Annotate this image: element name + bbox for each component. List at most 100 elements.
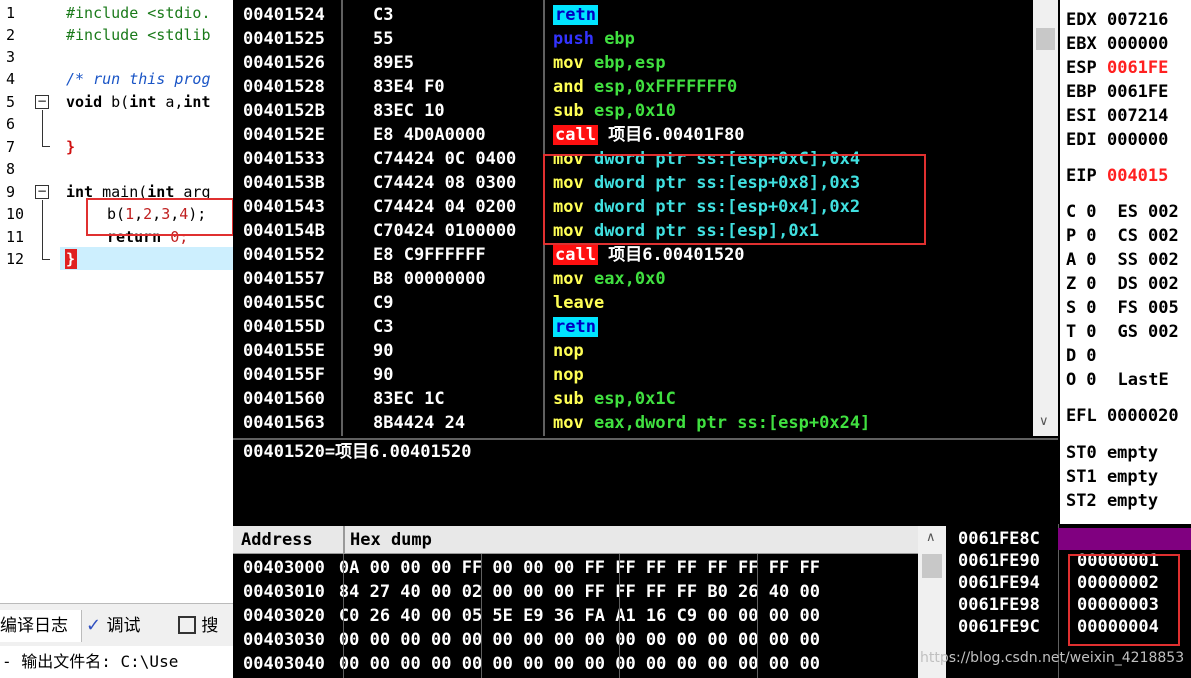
disasm-row[interactable]: 00401563 8B4424 24 mov eax,dword ptr ss:[e…: [233, 411, 1033, 435]
disasm-opcode-bytes: E8 4D0A0000: [373, 125, 486, 145]
fpu-register[interactable]: ST2 empty: [1066, 489, 1158, 513]
segment-name: CS: [1117, 226, 1138, 246]
scroll-down-icon[interactable]: ∨: [1039, 414, 1049, 429]
disasm-row[interactable]: 0040155C C9 leave: [233, 291, 1033, 315]
hex-bytes: 84 27 40 00 02 00 00 00 FF FF FF FF B0 2…: [338, 582, 820, 602]
disasm-address: 0040155E: [243, 341, 325, 361]
register-name: ESP: [1066, 58, 1097, 78]
register-esi[interactable]: ESI 007214: [1066, 104, 1168, 128]
disasm-mnemonic: nop: [553, 365, 584, 385]
flag-row[interactable]: Z 0 DS 002: [1066, 272, 1179, 296]
flag-row[interactable]: A 0 SS 002: [1066, 248, 1179, 272]
segment-value: 002: [1147, 274, 1179, 294]
disasm-opcode-bytes: C3: [373, 5, 394, 25]
flag-row[interactable]: D0: [1066, 344, 1128, 368]
flag-row[interactable]: C 0 ES 002: [1066, 200, 1179, 224]
disasm-opcode-bytes: 8B4424 24: [373, 413, 466, 433]
disasm-row[interactable]: 0040155E 90 nop: [233, 339, 1033, 363]
register-value: 004015: [1106, 166, 1169, 186]
disasm-row[interactable]: 0040155D C3 retn: [233, 315, 1033, 339]
disasm-row[interactable]: 00401525 55 push ebp: [233, 27, 1033, 51]
disasm-mnemonic: sub: [553, 101, 584, 121]
flag-row[interactable]: S 0 FS 005: [1066, 296, 1179, 320]
flag-row[interactable]: T 0 GS 002: [1066, 320, 1179, 344]
disasm-address: 0040154B: [243, 221, 325, 241]
disasm-row[interactable]: 00401528 83E4 F0 and esp,0xFFFFFFF0: [233, 75, 1033, 99]
register-efl[interactable]: EFL 0000020: [1066, 404, 1179, 428]
scroll-thumb[interactable]: [922, 554, 942, 578]
hex-address: 00403010: [243, 582, 325, 602]
disasm-row[interactable]: 0040152B 83EC 10 sub esp,0x10: [233, 99, 1033, 123]
disasm-address: 00401543: [243, 197, 325, 217]
fold-toggle-icon[interactable]: −: [35, 95, 49, 109]
register-ebp[interactable]: EBP 0061FE: [1066, 80, 1168, 104]
disasm-row[interactable]: 00401557 B8 00000000 mov eax,0x0: [233, 267, 1033, 291]
scroll-up-icon[interactable]: ∧: [926, 530, 936, 545]
disasm-instruction: retn: [553, 3, 598, 27]
disasm-scrollbar[interactable]: ∨: [1033, 0, 1058, 436]
registers-pane[interactable]: EDX 007216 EBX 000000 ESP 0061FE EBP 0061FE…: [1060, 0, 1191, 524]
scroll-thumb[interactable]: [1036, 28, 1055, 50]
hex-dump-row[interactable]: 00403020 C0 26 40 00 05 5E E9 36 FA A1 16…: [243, 604, 820, 628]
register-ebx[interactable]: EBX 000000: [1066, 32, 1168, 56]
segment-name: LastE: [1117, 370, 1169, 390]
column-header-address[interactable]: Address: [241, 526, 313, 554]
disasm-instruction: sub esp,0x1C: [553, 387, 676, 411]
register-edi[interactable]: EDI 000000: [1066, 128, 1168, 152]
fpu-register[interactable]: ST0 empty: [1066, 441, 1158, 465]
register-eip[interactable]: EIP 004015: [1066, 164, 1168, 188]
hex-bytes: 0A 00 00 00 FF 00 00 00 FF FF FF FF FF F…: [338, 558, 820, 578]
register-esp[interactable]: ESP 0061FE: [1066, 56, 1168, 80]
fpu-register[interactable]: ST1 empty: [1066, 465, 1158, 489]
disasm-row[interactable]: 0040155F 90 nop: [233, 363, 1033, 387]
column-header-hex[interactable]: Hex dump: [350, 526, 432, 554]
flag-value: 0: [1086, 274, 1097, 294]
register-value: 0061FE: [1106, 58, 1169, 78]
disasm-row[interactable]: 0040152E E8 4D0A0000 call 项目6.00401F80: [233, 123, 1033, 147]
hex-dump-row[interactable]: 00403030 00 00 00 00 00 00 00 00 00 00 00…: [243, 628, 820, 652]
disasm-row[interactable]: 00401560 83EC 1C sub esp,0x1C: [233, 387, 1033, 411]
stack-address[interactable]: 0061FE98: [958, 594, 1040, 616]
tab-search[interactable]: 搜: [178, 610, 233, 642]
flag-name: T: [1066, 322, 1077, 342]
disasm-opcode-bytes: C74424 04 0200: [373, 197, 517, 217]
line-number: 3: [6, 48, 16, 66]
disasm-opcode-bytes: B8 00000000: [373, 269, 486, 289]
segment-value: 002: [1147, 226, 1179, 246]
compile-output: - 输出文件名: C:\Use: [0, 646, 233, 678]
register-name: ESI: [1066, 106, 1097, 126]
flag-name: S: [1066, 298, 1077, 318]
segment-name: FS: [1117, 298, 1138, 318]
line-number: 4: [6, 70, 16, 88]
disasm-instruction: nop: [553, 363, 584, 387]
disasm-mnemonic: push: [553, 29, 594, 49]
register-name: EIP: [1066, 166, 1097, 186]
column-divider: [343, 526, 345, 554]
disasm-row[interactable]: 00401526 89E5 mov ebp,esp: [233, 51, 1033, 75]
stack-address[interactable]: 0061FE9C: [958, 616, 1040, 638]
disasm-instruction: and esp,0xFFFFFFF0: [553, 75, 737, 99]
flag-value: 0: [1086, 202, 1097, 222]
hex-dump-row[interactable]: 00403010 84 27 40 00 02 00 00 00 FF FF FF…: [243, 580, 820, 604]
stack-address[interactable]: 0061FE90: [958, 550, 1040, 572]
disasm-address: 00401526: [243, 53, 325, 73]
flag-row[interactable]: P 0 CS 002: [1066, 224, 1179, 248]
fold-toggle-icon[interactable]: −: [35, 185, 49, 199]
flag-row[interactable]: O 0 LastE: [1066, 368, 1179, 392]
disasm-row[interactable]: 00401552 E8 C9FFFFFF call 项目6.00401520: [233, 243, 1033, 267]
hex-address: 00403000: [243, 558, 325, 578]
disasm-address: 0040153B: [243, 173, 325, 193]
tab-compile-log[interactable]: 编译日志: [0, 610, 82, 642]
register-edx[interactable]: EDX 007216: [1066, 8, 1168, 32]
stack-address[interactable]: 0061FE8C: [958, 528, 1040, 550]
hex-dump-row[interactable]: 00403040 00 00 00 00 00 00 00 00 00 00 00…: [243, 652, 820, 676]
disasm-row[interactable]: 00401524 C3 retn: [233, 3, 1033, 27]
hex-dump-row[interactable]: 00403000 0A 00 00 00 FF 00 00 00 FF FF FF…: [243, 556, 820, 580]
disasm-mnemonic: mov: [553, 413, 584, 433]
tab-debug[interactable]: ✓ 调试: [86, 610, 174, 642]
stack-address[interactable]: 0061FE94: [958, 572, 1040, 594]
hex-bytes: 00 00 00 00 00 00 00 00 00 00 00 00 00 0…: [338, 654, 820, 674]
code-token: b(: [102, 93, 130, 111]
line-number: 5: [6, 93, 16, 111]
code-line: #include <stdlib: [66, 26, 211, 44]
